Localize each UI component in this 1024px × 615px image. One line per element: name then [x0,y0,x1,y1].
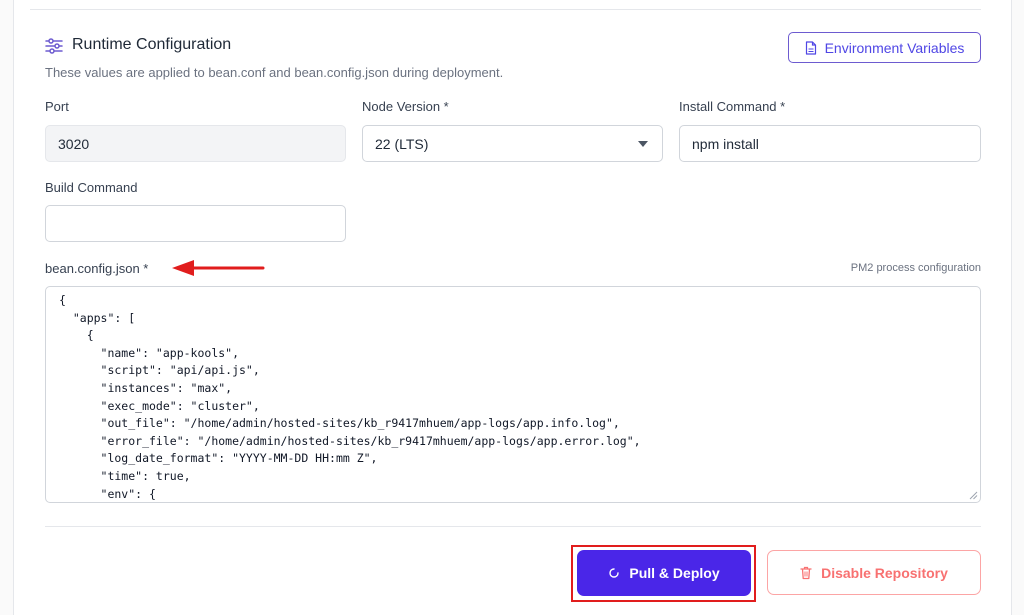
build-command-label: Build Command [45,180,138,195]
sliders-icon [45,38,63,54]
config-json-hint: PM2 process configuration [850,262,981,274]
config-json-label: bean.config.json * [45,261,149,276]
disable-repository-button[interactable]: Disable Repository [767,550,981,595]
config-json-content: { "apps": [ { "name": "app-kools", "scri… [59,293,641,501]
config-json-editor[interactable]: { "apps": [ { "name": "app-kools", "scri… [45,286,981,503]
install-command-label: Install Command * [679,99,786,114]
build-command-input[interactable] [45,205,346,242]
node-version-label: Node Version * [362,99,449,114]
resize-grip-icon[interactable] [969,491,978,500]
node-version-select[interactable]: 22 (LTS) [362,125,663,162]
pull-deploy-label: Pull & Deploy [629,565,720,581]
environment-variables-button[interactable]: Environment Variables [788,32,981,63]
trash-icon [800,566,812,579]
chevron-down-icon [638,141,648,147]
node-version-value: 22 (LTS) [375,135,429,152]
document-icon [805,40,816,55]
port-label: Port [45,99,69,114]
pull-deploy-button[interactable]: Pull & Deploy [577,550,751,596]
port-value: 3020 [58,135,90,152]
install-command-value: npm install [692,135,759,152]
refresh-icon [609,568,620,578]
section-title: Runtime Configuration [72,36,232,53]
environment-variables-label: Environment Variables [824,39,965,56]
port-field[interactable]: 3020 [45,125,346,162]
actions-divider [45,526,981,527]
section-subtitle: These values are applied to bean.conf an… [45,65,504,80]
top-divider [30,9,981,10]
disable-repository-label: Disable Repository [821,564,948,581]
install-command-input[interactable]: npm install [679,125,981,162]
red-arrow-annotation [172,260,265,276]
